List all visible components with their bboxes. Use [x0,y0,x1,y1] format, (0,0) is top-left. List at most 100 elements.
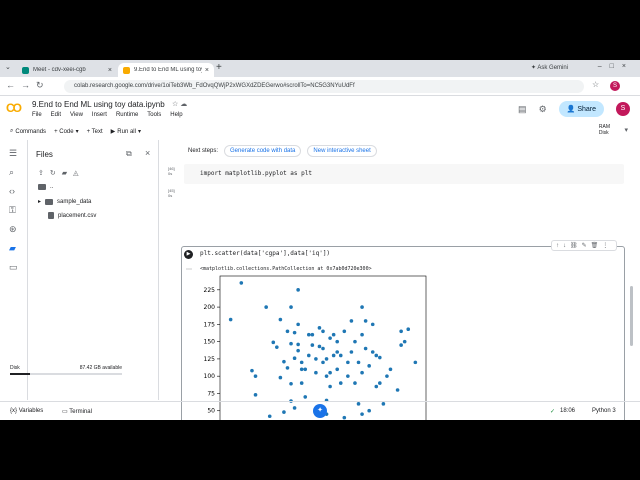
gemini-sparkle-icon[interactable]: ✦ [313,404,327,418]
link-icon[interactable]: ⛓ [570,243,582,249]
scatter-point [370,322,375,327]
menu-insert[interactable]: Insert [92,112,107,118]
chevron-right-icon[interactable]: ▸ [38,198,41,205]
scatter-point [289,305,293,309]
scatter-point [360,332,364,337]
comment-icon[interactable]: ▤ [518,104,527,115]
data-explorer-icon[interactable]: ⊛ [9,224,17,235]
reload-icon[interactable]: ↻ [36,80,44,91]
close-icon[interactable]: × [108,67,112,74]
delete-icon[interactable]: 🗑 [591,243,603,249]
notebook-title[interactable]: 9.End to End ML using toy data.ipynb [32,100,165,109]
cell1-code[interactable]: import matplotlib.pyplot as plt [200,170,312,177]
more-icon[interactable]: ⋮ [602,243,612,249]
table-of-contents-icon[interactable]: ☰ [9,148,17,159]
disk-usage-bar [10,373,122,375]
scatter-point [399,343,403,347]
menu-tools[interactable]: Tools [147,112,161,118]
forward-icon[interactable]: → [21,80,30,90]
scatter-point [306,332,311,337]
new-tab-button[interactable]: + [216,62,222,73]
next-steps-label: Next steps: [188,148,219,154]
settings-gear-icon[interactable]: ⚙ [539,104,547,115]
scatter-point [296,288,300,292]
browser-tab-meet[interactable]: Meet - cdv-xeei-cgb × [17,63,117,77]
files-panel: Files ⧉ × ⇪ ↻ ▰ ◬ .. ▸ sample_data place… [28,140,159,400]
scatter-point [317,326,322,330]
commands-label: Commands [15,128,47,135]
scatter-point [310,332,315,337]
scatter-point [331,353,336,358]
scatter-point [264,305,268,309]
terminal-label: Terminal [69,409,92,415]
files-folder-icon[interactable]: ▰ [9,243,16,254]
scatter-point [385,374,389,378]
scatter-point [360,370,364,375]
scatter-point [278,375,283,380]
runtime-type[interactable]: Python 3 [592,408,616,414]
browser-profile-avatar[interactable]: S [610,81,620,91]
menu-runtime[interactable]: Runtime [116,112,138,118]
open-in-tab-icon[interactable]: ⧉ [126,149,132,159]
file-item-placement-csv[interactable]: placement.csv [48,212,96,219]
refresh-icon[interactable]: ↻ [50,169,56,177]
secrets-key-icon[interactable]: ⚿ [9,205,16,216]
colab-logo-icon[interactable]: CO [6,101,22,115]
move-up-icon[interactable]: ↑ [556,243,563,249]
menu-help[interactable]: Help [170,112,182,118]
generate-code-chip[interactable]: Generate code with data [224,145,302,157]
back-icon[interactable]: ← [6,80,15,90]
account-avatar[interactable]: S [616,102,630,116]
scatter-point [346,374,350,378]
scatter-point [275,345,279,349]
ram-disk-indicator[interactable]: RAM Disk [599,124,610,136]
terminal-icon[interactable]: ▭ [9,262,18,273]
search-icon[interactable]: ⌕ [9,167,14,178]
menu-view[interactable]: View [70,112,83,118]
close-icon[interactable]: × [145,148,150,158]
upload-icon[interactable]: ⇪ [38,169,44,177]
code-snippets-icon[interactable]: ‹› [9,186,15,196]
y-tick-label: 175 [204,321,216,328]
notebook-area: Next steps: Generate code with data New … [160,140,640,420]
scatter-point [296,322,300,327]
cell2-code[interactable]: plt.scatter(data['cgpa'],data['iq']) [200,250,330,257]
menu-file[interactable]: File [32,112,42,118]
add-code-button[interactable]: + Code ▾ [54,128,79,136]
search-icon: ⌕ [10,128,14,134]
output-text: <matplotlib.collections.PathCollection a… [200,266,372,272]
scatter-point [338,381,343,385]
edit-icon[interactable]: ✎ [582,243,591,249]
bookmark-star-icon[interactable]: ☆ [592,80,599,89]
new-interactive-sheet-chip[interactable]: New interactive sheet [307,145,377,157]
run-all-button[interactable]: ▶ Run all ▾ [111,128,141,136]
variables-button[interactable]: {x} Variables [10,408,43,414]
add-text-button[interactable]: + Text [87,129,103,135]
mount-drive-icon[interactable]: ◬ [73,169,78,177]
window-controls[interactable]: –□× [598,63,634,70]
scatter-point [374,353,379,358]
scatter-point [328,384,332,389]
scatter-point [282,359,286,364]
notebook-scrollbar[interactable] [630,286,633,346]
file-item-parent[interactable]: .. [38,184,53,190]
browser-tab-colab[interactable]: 9.End to End ML using toy data.ipynb × [118,63,214,77]
close-icon[interactable]: × [205,67,209,74]
star-notebook-icon[interactable]: ☆ ☁ [172,100,187,108]
move-down-icon[interactable]: ↓ [563,243,570,249]
run-cell-button[interactable]: ▶ [184,250,193,259]
file-item-sample-data[interactable]: ▸ sample_data [38,198,91,205]
terminal-button[interactable]: ▭ Terminal [62,408,92,415]
share-button[interactable]: 👤 Share [558,101,604,117]
menu-edit[interactable]: Edit [51,112,61,118]
commands-button[interactable]: ⌕ Commands [10,128,46,135]
runtime-chevron-icon[interactable]: ▾ [624,126,628,134]
new-folder-icon[interactable]: ▰ [62,169,67,177]
ask-gemini-button[interactable]: ✦ Ask Gemini [531,64,568,71]
add-code-label: + Code [54,128,74,135]
url-input[interactable]: colab.research.google.com/drive/1oiTeb3W… [64,80,584,93]
scatter-point [406,327,411,331]
output-actions-icon[interactable]: ⋯ [186,266,192,273]
code-cell-import[interactable]: import matplotlib.pyplot as plt [184,164,624,184]
tab-search-icon[interactable]: ⌄ [5,63,11,71]
